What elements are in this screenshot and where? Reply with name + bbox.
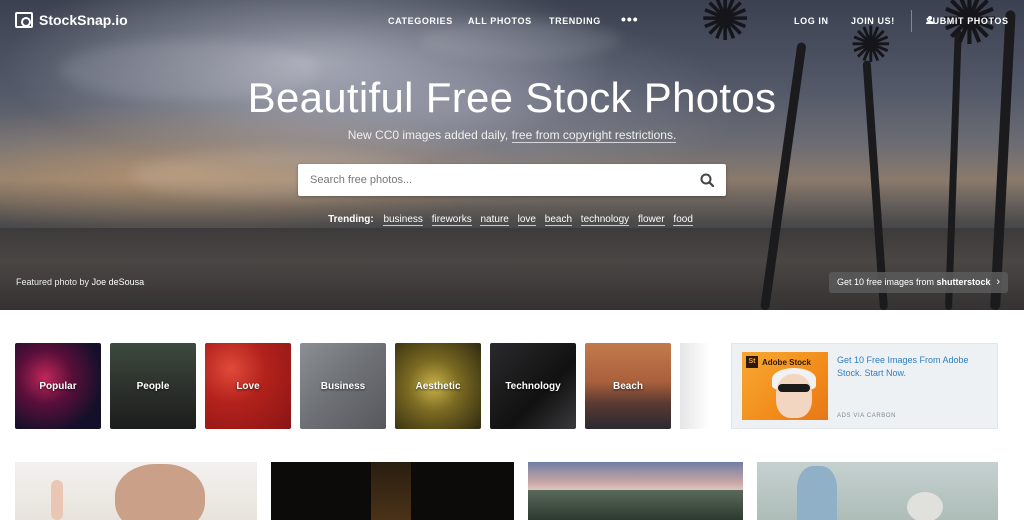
trending-tag[interactable]: flower	[637, 214, 665, 226]
search-box	[298, 164, 726, 196]
category-label: Aesthetic	[415, 380, 461, 392]
category-label: Popular	[39, 380, 77, 392]
copyright-link[interactable]: free from copyright restrictions.	[511, 128, 677, 143]
photo-card[interactable]	[757, 462, 998, 520]
photo-card[interactable]	[528, 462, 743, 520]
photo-content	[797, 466, 837, 520]
carbon-ad[interactable]: St Adobe Stock Get 10 Free Images From A…	[731, 343, 998, 429]
ad-via-carbon[interactable]: ADS VIA CARBON	[837, 413, 896, 419]
ad-illustration	[776, 374, 812, 418]
hero-banner: ✺ ✺ ✺	[0, 0, 1024, 310]
search-icon[interactable]	[700, 173, 714, 187]
nav-login[interactable]: LOG IN	[794, 16, 829, 26]
category-tile[interactable]: Aesthetic	[395, 343, 481, 429]
site-logo[interactable]: StockSnap.io	[15, 12, 128, 28]
nav-submit-label: SUBMIT PHOTOS	[926, 16, 1009, 26]
category-tile[interactable]: Technology	[490, 343, 576, 429]
top-nav: StockSnap.io CATEGORIES ALL PHOTOS TREND…	[0, 0, 1024, 42]
category-label: Technology	[505, 380, 561, 392]
category-label: People	[136, 380, 170, 392]
nav-trending[interactable]: TRENDING	[549, 16, 601, 26]
chevron-right-icon: ›	[996, 276, 1000, 288]
ad-logo-text: Adobe Stock	[762, 358, 811, 367]
category-label: Love	[236, 380, 260, 392]
trending-tag[interactable]: nature	[480, 214, 509, 226]
photo-content	[907, 492, 943, 520]
photo-card[interactable]	[271, 462, 514, 520]
trending-tag[interactable]: food	[673, 214, 693, 226]
ad-link[interactable]: Get 10 Free Images From Adobe Stock. Sta…	[837, 354, 987, 379]
category-label: Beach	[612, 380, 643, 392]
featured-credit: Featured photo by Joe deSousa	[16, 277, 144, 287]
category-tile[interactable]: Popular	[15, 343, 101, 429]
trending-tag[interactable]: business	[383, 214, 423, 226]
category-strip: Popular People Love Business Aesthetic T…	[0, 343, 720, 429]
trending-tags: Trending: business fireworks nature love…	[0, 214, 1024, 226]
photo-content	[371, 462, 411, 520]
hero-sea	[0, 228, 1024, 310]
nav-categories[interactable]: CATEGORIES	[388, 16, 453, 26]
more-menu-icon[interactable]: •••	[621, 11, 639, 27]
photo-content	[528, 490, 743, 520]
category-scroll-fade[interactable]	[680, 343, 710, 429]
category-tile[interactable]: People	[110, 343, 196, 429]
shutterstock-text: Get 10 free images from	[837, 277, 937, 287]
nav-all-photos[interactable]: ALL PHOTOS	[468, 16, 532, 26]
trending-tag[interactable]: technology	[580, 214, 630, 226]
hero-subtitle: New CC0 images added daily, free from co…	[0, 128, 1024, 143]
featured-prefix: Featured photo by	[16, 277, 92, 287]
search-input[interactable]	[310, 164, 690, 196]
category-tile[interactable]: Love	[205, 343, 291, 429]
trending-tag[interactable]: beach	[544, 214, 573, 226]
logo-text: StockSnap.io	[39, 12, 128, 28]
category-tile[interactable]: Business	[300, 343, 386, 429]
category-label: Business	[320, 380, 366, 392]
camera-icon	[15, 12, 33, 28]
hero-subtitle-text: New CC0 images added daily,	[347, 128, 512, 142]
nav-divider	[911, 10, 912, 32]
trending-tag[interactable]: love	[517, 214, 536, 226]
photo-card[interactable]	[15, 462, 257, 520]
category-tile[interactable]: Beach	[585, 343, 671, 429]
shutterstock-brand: shutterstock	[936, 277, 991, 287]
shutterstock-button[interactable]: Get 10 free images from shutterstock ›	[829, 272, 1008, 293]
trending-tag[interactable]: fireworks	[431, 214, 472, 226]
trending-label: Trending:	[328, 214, 374, 225]
featured-author-link[interactable]: Joe deSousa	[92, 277, 145, 287]
adobe-stock-logo: St	[746, 356, 758, 368]
nav-join[interactable]: JOIN US!	[851, 16, 895, 26]
photo-content	[51, 480, 63, 520]
photo-content	[115, 464, 205, 520]
hero-title: Beautiful Free Stock Photos	[247, 74, 777, 121]
ad-illustration	[778, 384, 810, 392]
ad-image[interactable]: St Adobe Stock	[742, 352, 828, 420]
